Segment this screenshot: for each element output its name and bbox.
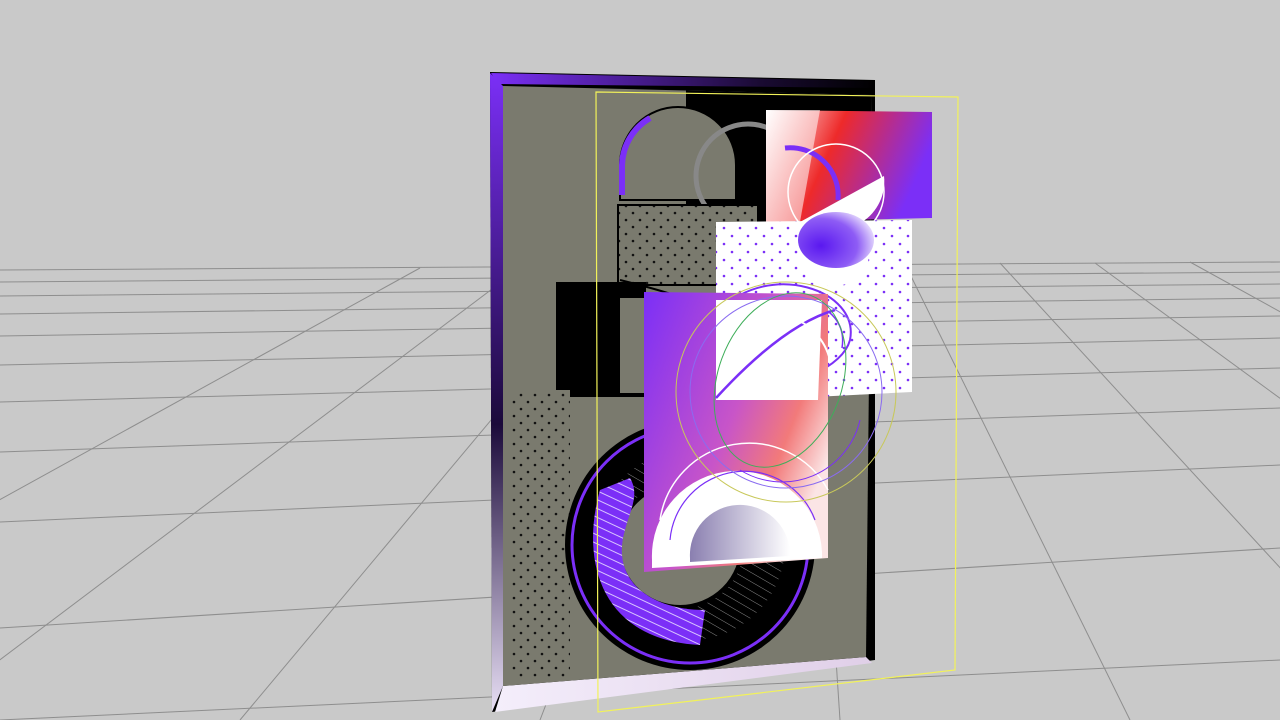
gradient-card-main[interactable] [644, 292, 836, 572]
3d-viewport[interactable] [0, 0, 1280, 720]
